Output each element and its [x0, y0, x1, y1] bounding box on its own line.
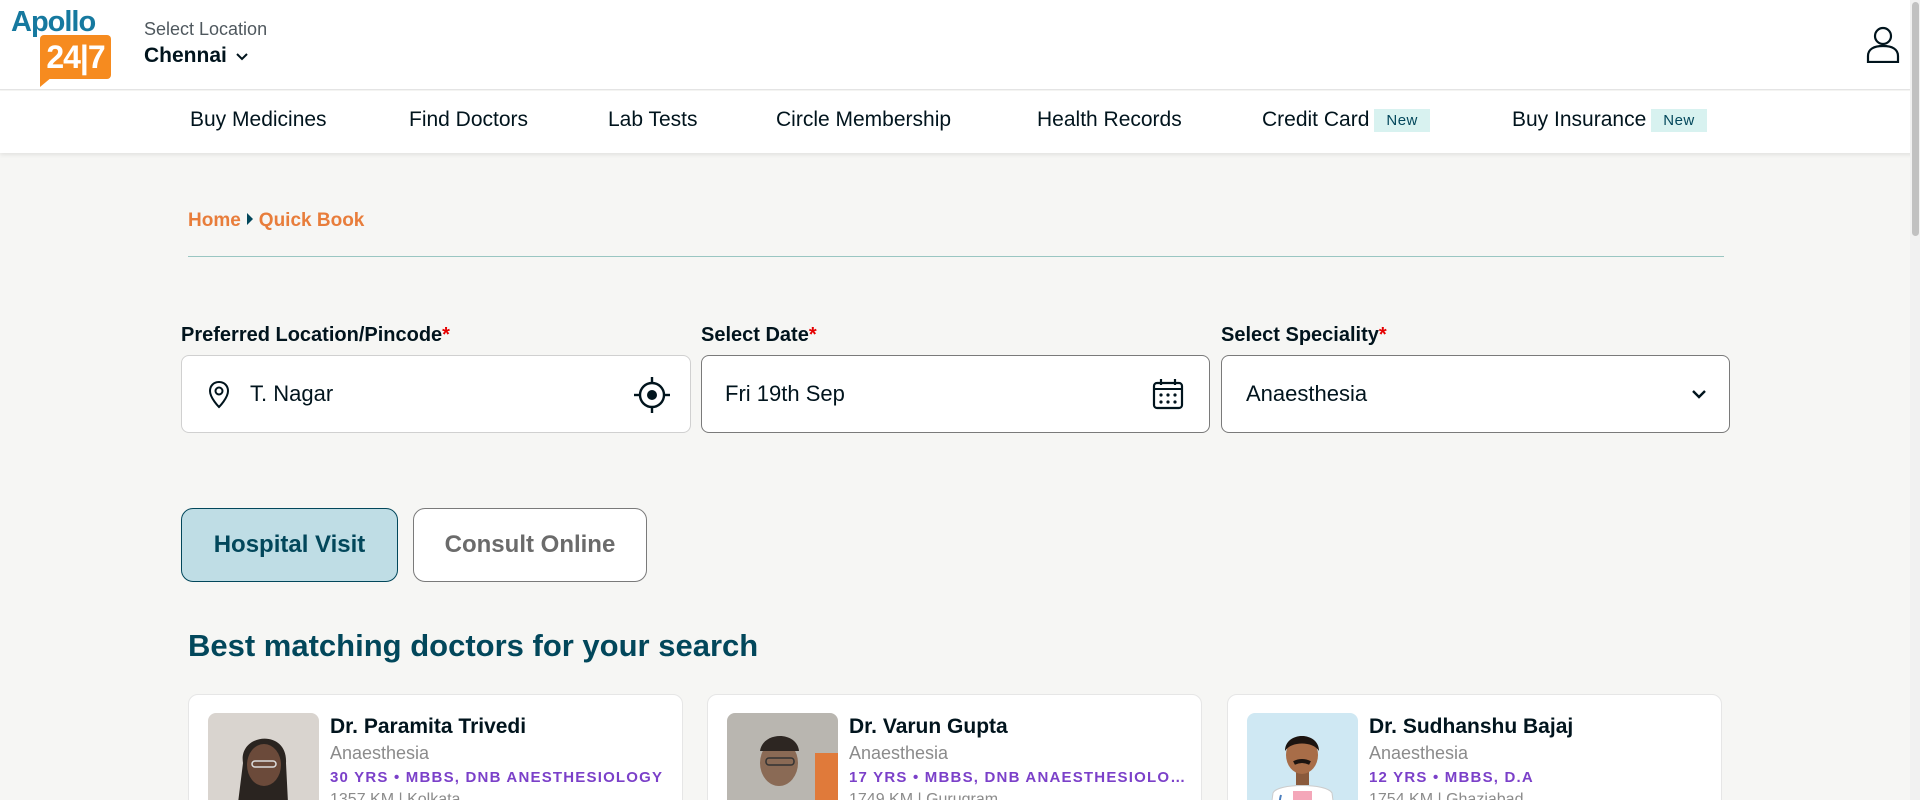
calendar-icon	[1152, 379, 1184, 410]
divider	[188, 256, 1724, 257]
nav-circle-membership[interactable]: Circle Membership	[776, 108, 951, 132]
date-input[interactable]: Fri 19th Sep	[701, 355, 1210, 433]
main-nav: Buy Medicines Find Doctors Lab Tests Cir…	[0, 91, 1920, 153]
breadcrumb: Home Quick Book	[188, 210, 364, 232]
location-input[interactable]: T. Nagar	[181, 355, 691, 433]
consult-online-button[interactable]: Consult Online	[413, 508, 647, 582]
speciality-select[interactable]: Anaesthesia	[1221, 355, 1730, 433]
doctor-speciality: Anaesthesia	[849, 743, 949, 763]
doctor-name[interactable]: Dr. Varun Gupta	[849, 715, 1008, 739]
doctor-avatar	[1247, 713, 1358, 800]
scrollbar-thumb[interactable]	[1912, 2, 1919, 236]
page-scrollbar[interactable]	[1910, 0, 1920, 800]
doctor-experience: 12 YRS • MBBS, D.A	[1369, 769, 1534, 786]
user-profile-icon[interactable]	[1865, 25, 1901, 63]
location-city: Chennai	[144, 44, 227, 67]
speciality-field-label: Select Speciality*	[1221, 324, 1387, 346]
breadcrumb-home[interactable]: Home	[188, 210, 241, 232]
nav-lab-tests[interactable]: Lab Tests	[608, 108, 698, 132]
speciality-value: Anaesthesia	[1246, 381, 1368, 406]
location-selector[interactable]: Chennai	[144, 44, 249, 68]
location-value: T. Nagar	[250, 381, 334, 406]
location-pin-icon	[208, 380, 230, 409]
results-title: Best matching doctors for your search	[188, 628, 759, 663]
doctor-distance: 1754 KM | Ghaziabad	[1369, 791, 1524, 800]
doctor-photo	[727, 713, 838, 800]
new-badge: New	[1374, 108, 1430, 132]
new-badge: New	[1651, 108, 1707, 132]
doctor-card[interactable]: Dr. Paramita Trivedi Anaesthesia 30 YRS …	[188, 694, 683, 800]
breadcrumb-arrow-icon	[246, 213, 253, 225]
hospital-visit-button[interactable]: Hospital Visit	[181, 508, 398, 582]
breadcrumb-current: Quick Book	[258, 210, 365, 231]
location-label: Select Location	[144, 19, 268, 39]
top-header: Apollo 24|7 Select Location Chennai	[0, 0, 1920, 90]
doctor-distance: 1749 KM | Gurugram	[849, 791, 999, 800]
date-value: Fri 19th Sep	[725, 381, 845, 406]
doctor-speciality: Anaesthesia	[1369, 743, 1469, 763]
nav-credit-card[interactable]: Credit Card New	[1262, 108, 1430, 132]
nav-health-records[interactable]: Health Records	[1037, 108, 1182, 132]
logo-badge: 24|7	[40, 35, 111, 87]
doctor-name[interactable]: Dr. Sudhanshu Bajaj	[1369, 715, 1573, 739]
location-field-label: Preferred Location/Pincode*	[181, 324, 450, 346]
apollo-logo[interactable]: Apollo 24|7	[11, 6, 111, 87]
doctor-card[interactable]: Dr. Varun Gupta Anaesthesia 17 YRS • MBB…	[707, 694, 1202, 800]
doctor-experience: 17 YRS • MBBS, DNB ANAESTHESIOLOGY	[849, 769, 1189, 786]
nav-find-doctors[interactable]: Find Doctors	[409, 108, 528, 132]
nav-buy-medicines[interactable]: Buy Medicines	[190, 108, 327, 132]
chevron-down-icon	[1692, 390, 1706, 399]
doctor-experience: 30 YRS • MBBS, DNB ANESTHESIOLOGY	[330, 769, 664, 786]
doctor-photo	[208, 713, 319, 800]
nav-buy-insurance[interactable]: Buy Insurance New	[1512, 108, 1707, 132]
locate-me-icon[interactable]	[633, 376, 671, 414]
date-field-label: Select Date*	[701, 324, 817, 346]
doctor-name[interactable]: Dr. Paramita Trivedi	[330, 715, 526, 739]
doctor-speciality: Anaesthesia	[330, 743, 430, 763]
chevron-down-icon	[236, 53, 248, 61]
doctor-distance: 1357 KM | Kolkata	[330, 791, 461, 800]
doctor-card[interactable]: Dr. Sudhanshu Bajaj Anaesthesia 12 YRS •…	[1227, 694, 1722, 800]
